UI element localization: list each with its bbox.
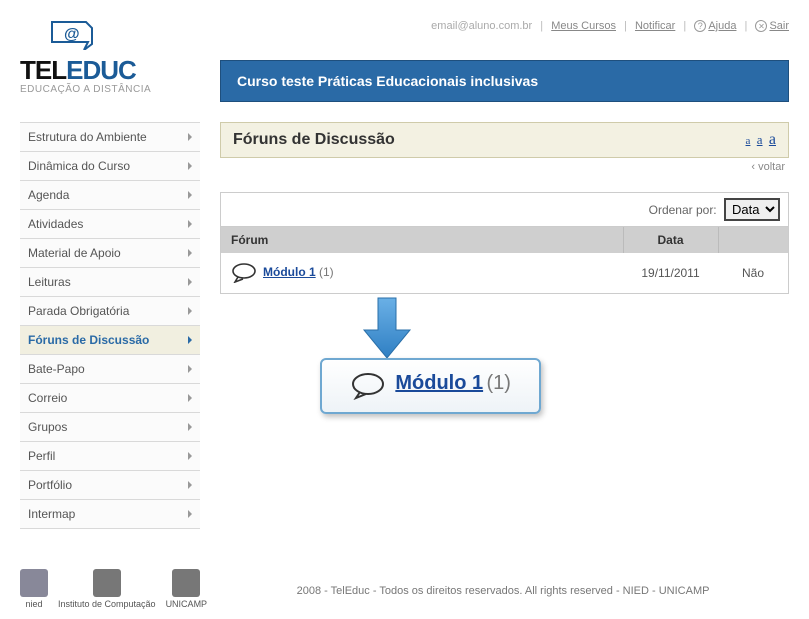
font-size-controls: a a a — [743, 131, 776, 149]
font-size-medium[interactable]: a — [757, 132, 763, 147]
col-forum: Fórum — [221, 227, 623, 253]
sidebar-item[interactable]: Correio — [20, 384, 200, 413]
forum-link[interactable]: Módulo 1 — [263, 265, 316, 279]
chevron-right-icon — [188, 336, 192, 344]
chevron-right-icon — [188, 510, 192, 518]
sidebar-item[interactable]: Intermap — [20, 500, 200, 529]
chevron-right-icon — [188, 423, 192, 431]
zoom-box: Módulo 1 (1) — [320, 358, 541, 414]
page-title: Fóruns de Discussão — [233, 131, 395, 149]
sidebar-item[interactable]: Atividades — [20, 210, 200, 239]
sidebar-item-label: Intermap — [28, 507, 75, 521]
back-link[interactable]: ‹ voltar — [751, 161, 785, 173]
chevron-right-icon — [188, 133, 192, 141]
ic-icon — [93, 569, 121, 597]
sort-bar: Ordenar por: Data — [221, 193, 788, 227]
col-data: Data — [623, 227, 718, 253]
zoom-forum-link[interactable]: Módulo 1 — [395, 372, 483, 394]
my-courses-link[interactable]: Meus Cursos — [551, 20, 616, 32]
sidebar-item-label: Leituras — [28, 275, 71, 289]
row-date: 19/11/2011 — [623, 253, 718, 293]
sidebar-item[interactable]: Perfil — [20, 442, 200, 471]
sidebar-item[interactable]: Dinâmica do Curso — [20, 152, 200, 181]
chevron-right-icon — [188, 307, 192, 315]
help-icon: ? — [694, 20, 706, 32]
sidebar-item-label: Estrutura do Ambiente — [28, 130, 147, 144]
help-link[interactable]: Ajuda — [708, 20, 736, 32]
sidebar-item[interactable]: Estrutura do Ambiente — [20, 123, 200, 152]
footer-logo-label: Instituto de Computação — [58, 599, 156, 609]
sidebar-item[interactable]: Bate-Papo — [20, 355, 200, 384]
sidebar-item[interactable]: Fóruns de Discussão — [20, 326, 200, 355]
sidebar-item-label: Fóruns de Discussão — [28, 333, 149, 347]
chevron-right-icon — [188, 365, 192, 373]
sidebar-item-label: Agenda — [28, 188, 69, 202]
row-new: Não — [718, 253, 788, 293]
footer-logo: UNICAMP — [166, 569, 208, 609]
sidebar-item[interactable]: Portfólio — [20, 471, 200, 500]
arrow-icon — [350, 296, 420, 366]
font-size-large[interactable]: a — [769, 131, 776, 148]
exit-link[interactable]: Sair — [769, 20, 789, 32]
sidebar-item[interactable]: Agenda — [20, 181, 200, 210]
forum-count: (1) — [316, 265, 334, 279]
logo-icon: @ — [50, 20, 200, 53]
callout: Módulo 1 (1) — [220, 302, 789, 422]
course-title-banner: Curso teste Práticas Educacionais inclus… — [220, 60, 789, 102]
page-title-bar: Fóruns de Discussão a a a — [220, 122, 789, 158]
zoom-forum-count: (1) — [486, 372, 510, 394]
speech-icon — [231, 263, 257, 283]
sidebar-item[interactable]: Leituras — [20, 268, 200, 297]
sidebar-item-label: Grupos — [28, 420, 67, 434]
font-size-small[interactable]: a — [746, 135, 751, 147]
main-content: Fóruns de Discussão a a a ‹ voltar Orden… — [220, 122, 789, 422]
sidebar-item-label: Correio — [28, 391, 67, 405]
footer-logo: Instituto de Computação — [58, 569, 156, 609]
sidebar-item-label: Material de Apoio — [28, 246, 121, 260]
chevron-right-icon — [188, 162, 192, 170]
sidebar-item-label: Bate-Papo — [28, 362, 85, 376]
footer-logo: nied — [20, 569, 48, 609]
forum-list-box: Ordenar por: Data Fórum Data Módulo 1 (1… — [220, 192, 789, 294]
sidebar-item-label: Atividades — [28, 217, 83, 231]
unicamp-icon — [172, 569, 200, 597]
chevron-right-icon — [188, 394, 192, 402]
chevron-right-icon — [188, 220, 192, 228]
sidebar: Estrutura do Ambiente Dinâmica do Curso Ag… — [20, 122, 200, 529]
sort-select[interactable]: Data — [724, 198, 780, 221]
notify-link[interactable]: Notificar — [635, 20, 675, 32]
logo-subtitle: EDUCAÇÃO A DISTÂNCIA — [20, 84, 200, 95]
table-row: Módulo 1 (1) 19/11/2011Não — [221, 253, 788, 293]
chevron-right-icon — [188, 191, 192, 199]
speech-icon — [350, 372, 386, 400]
logo: @ TELEDUC EDUCAÇÃO A DISTÂNCIA — [20, 20, 200, 95]
chevron-right-icon — [188, 278, 192, 286]
sidebar-item[interactable]: Material de Apoio — [20, 239, 200, 268]
exit-icon: ✕ — [755, 20, 767, 32]
logo-text-1: TEL — [20, 55, 66, 85]
sidebar-item-label: Dinâmica do Curso — [28, 159, 130, 173]
chevron-right-icon — [188, 481, 192, 489]
footer: niedInstituto de ComputaçãoUNICAMP 2008 … — [0, 549, 809, 619]
chevron-right-icon — [188, 452, 192, 460]
sort-label: Ordenar por: — [649, 203, 717, 217]
footer-logo-label: UNICAMP — [166, 599, 208, 609]
footer-logo-label: nied — [20, 599, 48, 609]
sidebar-item-label: Perfil — [28, 449, 55, 463]
col-nova — [718, 227, 788, 253]
sidebar-item[interactable]: Parada Obrigatória — [20, 297, 200, 326]
top-utility-bar: email@aluno.com.br | Meus Cursos | Notif… — [431, 20, 789, 32]
user-email: email@aluno.com.br — [431, 20, 532, 32]
sidebar-item-label: Parada Obrigatória — [28, 304, 129, 318]
nied-icon — [20, 569, 48, 597]
chevron-right-icon — [188, 249, 192, 257]
svg-text:@: @ — [64, 26, 80, 43]
sidebar-item[interactable]: Grupos — [20, 413, 200, 442]
sidebar-item-label: Portfólio — [28, 478, 72, 492]
logo-text-2: EDUC — [66, 55, 136, 85]
